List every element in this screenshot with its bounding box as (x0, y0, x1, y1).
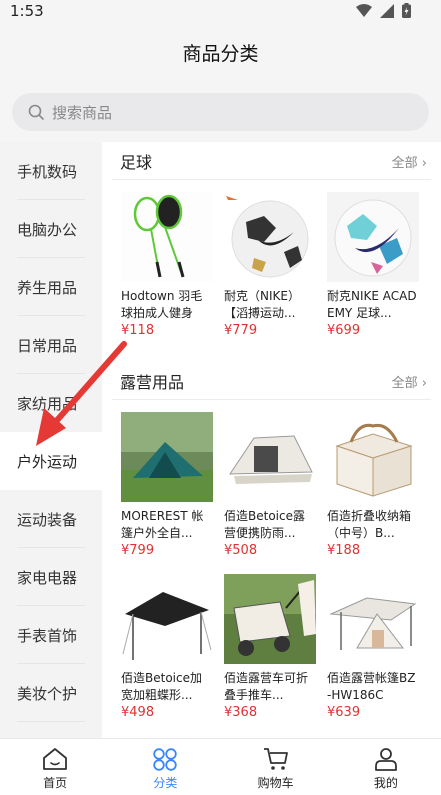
product-name: 佰造Betoice加宽加粗蝶形... (121, 671, 202, 702)
sidebar-item-label: 美妆个护 (17, 684, 78, 703)
section-header: 足球 全部 › (102, 142, 441, 180)
cart-icon (263, 748, 288, 770)
product-card[interactable]: 佰造Betoice露营便携防雨... ¥508 (224, 412, 316, 558)
product-image-tent-beige (224, 412, 316, 502)
wifi-icon (356, 3, 372, 17)
section-title: 足球 (120, 153, 153, 172)
product-grid: MOREREST 帐篷户外全自... ¥799 佰造Betoice露营便携防雨.… (102, 400, 441, 738)
tab-label: 我的 (373, 776, 398, 790)
product-price: ¥779 (224, 323, 258, 338)
sidebar-item-watches[interactable]: 手表首饰 (0, 606, 102, 664)
product-image-storage-box (327, 412, 419, 502)
sidebar-item-label: 户外运动 (17, 452, 78, 471)
tab-label: 分类 (153, 776, 178, 790)
home-icon (43, 748, 68, 770)
sidebar-item-label: 电脑办公 (17, 220, 78, 239)
signal-icon (380, 3, 394, 18)
tab-profile[interactable]: 我的 (331, 739, 441, 795)
product-image-nike-football (224, 192, 316, 282)
sidebar-item-textiles[interactable]: 家纺用品 (0, 374, 102, 432)
search-icon (28, 104, 44, 120)
product-name: 佰造Betoice露营便携防雨... (224, 509, 305, 540)
product-image-camping-cart (224, 574, 316, 664)
product-name: 佰造露营帐篷BZ-HW186C (327, 671, 416, 702)
tab-label: 购物车 (257, 776, 294, 790)
search-input[interactable]: 搜索商品 (12, 93, 429, 131)
product-price: ¥498 (121, 705, 155, 720)
product-price: ¥188 (327, 543, 361, 558)
section-header: 露营用品 全部 › (102, 362, 441, 400)
product-image-nike-academy-ball (327, 192, 419, 282)
sidebar-item-health[interactable]: 养生用品 (0, 258, 102, 316)
page-title: 商品分类 (182, 43, 259, 65)
product-price: ¥799 (121, 543, 155, 558)
section-title: 露营用品 (120, 373, 185, 392)
product-card[interactable]: 佰造Betoice加宽加粗蝶形... ¥498 (121, 574, 213, 720)
product-price: ¥368 (224, 705, 258, 720)
tab-cart[interactable]: 购物车 (221, 739, 331, 795)
product-image-camping-tent-hw186c (327, 574, 419, 664)
divider (17, 721, 85, 722)
chevron-right-icon: › (421, 156, 427, 171)
status-icons (356, 3, 411, 18)
view-all-link[interactable]: 全部 › (392, 152, 427, 171)
sidebar-item-outdoor[interactable]: 户外运动 (0, 432, 102, 490)
tab-label: 首页 (43, 776, 68, 790)
product-price: ¥639 (327, 705, 361, 720)
search-area: 搜索商品 (0, 82, 441, 142)
sidebar-item-label: 日常用品 (17, 336, 78, 355)
sidebar-item-label: 家纺用品 (17, 394, 78, 413)
product-card[interactable]: 佰造折叠收纳箱（中号）B... ¥188 (327, 412, 419, 558)
product-price: ¥699 (327, 323, 361, 338)
sidebar-item-beauty[interactable]: 美妆个护 (0, 664, 102, 722)
product-image-canopy-black (121, 574, 213, 664)
product-price: ¥508 (224, 543, 258, 558)
product-card[interactable]: 耐克NIKE ACADEMY 足球... ¥699 (327, 192, 419, 338)
status-bar: 1:53 (0, 0, 441, 24)
bottom-tab-bar: 首页 分类 购物车 我的 (0, 738, 441, 795)
sidebar-item-label: 手表首饰 (17, 626, 78, 645)
product-grid: Hodtown 羽毛球拍成人健身 ¥118 耐克（NIKE）【滔搏运动... ¥… (102, 180, 441, 362)
category-icon (153, 748, 178, 771)
tab-category[interactable]: 分类 (110, 739, 220, 795)
product-card[interactable]: 佰造露营车可折叠手推车... ¥368 (224, 574, 316, 720)
view-all-label: 全部 (391, 376, 418, 391)
title-bar: 商品分类 (0, 24, 441, 82)
chevron-right-icon: › (421, 376, 427, 391)
sidebar-item-label: 手机数码 (17, 162, 78, 181)
battery-icon (402, 3, 411, 18)
sidebar-item-label: 家电电器 (17, 568, 78, 587)
product-name: 耐克NIKE ACADEMY 足球... (327, 289, 417, 320)
tab-home[interactable]: 首页 (0, 739, 110, 795)
product-price: ¥118 (121, 323, 155, 338)
sidebar-item-label: 运动装备 (17, 510, 78, 529)
user-icon (374, 748, 397, 771)
view-all-label: 全部 (391, 156, 418, 171)
product-card[interactable]: 耐克（NIKE）【滔搏运动... ¥779 (224, 192, 316, 338)
category-sidebar: 手机数码 电脑办公 养生用品 日常用品 家纺用品 户外运动 运动装备 家电电器 … (0, 142, 102, 738)
sidebar-item-phones[interactable]: 手机数码 (0, 142, 102, 200)
view-all-link[interactable]: 全部 › (392, 372, 427, 391)
product-name: 佰造折叠收纳箱（中号）B... (327, 509, 412, 540)
product-card[interactable]: 佰造露营帐篷BZ-HW186C ¥639 (327, 574, 419, 720)
sidebar-item-sports-gear[interactable]: 运动装备 (0, 490, 102, 548)
product-card[interactable]: Hodtown 羽毛球拍成人健身 ¥118 (121, 192, 213, 338)
product-name: 耐克（NIKE）【滔搏运动... (224, 289, 300, 320)
product-image-tent-green (121, 412, 213, 502)
sidebar-item-daily[interactable]: 日常用品 (0, 316, 102, 374)
product-name: MOREREST 帐篷户外全自... (121, 509, 204, 540)
category-content: 足球 全部 › Hodtown 羽毛球拍成人健身 ¥118 耐克（NIKE）【滔… (102, 142, 441, 738)
sidebar-item-computers[interactable]: 电脑办公 (0, 200, 102, 258)
sidebar-item-label: 养生用品 (17, 278, 78, 297)
product-name: 佰造露营车可折叠手推车... (224, 671, 309, 702)
product-card[interactable]: MOREREST 帐篷户外全自... ¥799 (121, 412, 213, 558)
product-image-badminton-rackets (121, 192, 213, 282)
product-name: Hodtown 羽毛球拍成人健身 (121, 289, 203, 320)
status-time: 1:53 (10, 2, 44, 20)
search-placeholder: 搜索商品 (52, 104, 113, 122)
sidebar-item-appliances[interactable]: 家电电器 (0, 548, 102, 606)
